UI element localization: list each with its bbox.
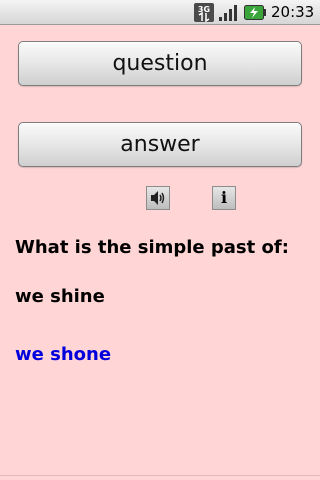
answer-text: we shone bbox=[15, 344, 112, 365]
question-button[interactable]: question bbox=[18, 41, 302, 86]
3g-icon: 3G bbox=[194, 3, 214, 22]
status-bar: 3G 20:33 bbox=[0, 0, 320, 25]
battery-charging-icon bbox=[244, 5, 266, 20]
info-button[interactable]: i bbox=[212, 186, 236, 210]
question-word: we shine bbox=[15, 286, 105, 307]
speaker-icon bbox=[151, 191, 165, 205]
question-prompt: What is the simple past of: bbox=[15, 237, 289, 258]
divider bbox=[0, 475, 320, 476]
svg-text:3G: 3G bbox=[198, 5, 210, 14]
info-icon: i bbox=[220, 188, 228, 207]
status-clock: 20:33 bbox=[271, 3, 315, 21]
speaker-button[interactable] bbox=[146, 186, 170, 210]
signal-icon bbox=[219, 5, 237, 21]
answer-button[interactable]: answer bbox=[18, 122, 302, 167]
